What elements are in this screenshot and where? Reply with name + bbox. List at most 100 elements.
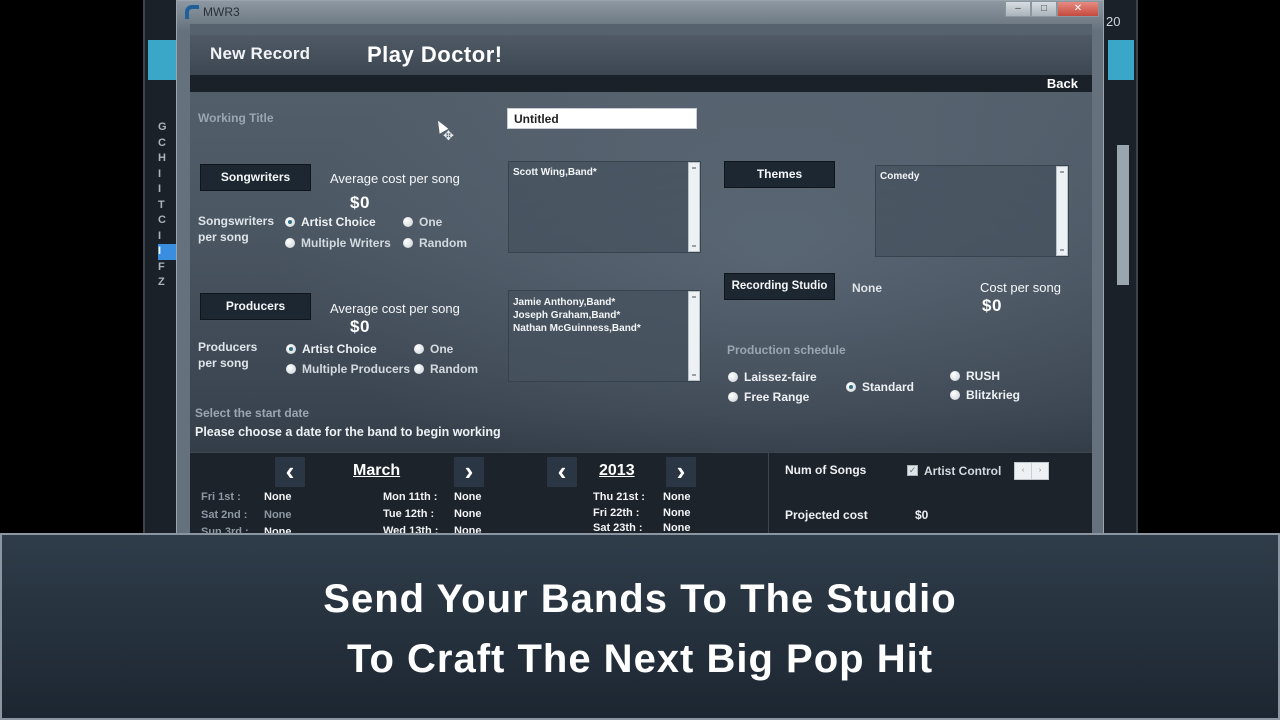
bg-list-item[interactable]: H: [158, 151, 178, 167]
radio-icon: [950, 371, 960, 381]
radio-icon: [286, 364, 296, 374]
artist-control-checkbox[interactable]: ✓: [907, 465, 918, 476]
title-bar[interactable]: MWR3 – □ ✕: [177, 1, 1103, 23]
calendar-panel: ‹ March › ‹ 2013 › Fri 1st : None Sat 2n…: [190, 452, 768, 541]
background-app-number: 20: [1106, 14, 1121, 29]
themes-list[interactable]: Comedy: [875, 165, 1069, 257]
schedule-option-standard[interactable]: Standard: [846, 380, 914, 394]
bg-list-item[interactable]: F: [158, 260, 178, 276]
close-button[interactable]: ✕: [1057, 1, 1099, 17]
calendar-day-value[interactable]: None: [454, 508, 482, 520]
start-date-label: Select the start date: [195, 406, 310, 420]
bg-list-item[interactable]: C: [158, 136, 178, 152]
bg-list-item[interactable]: G: [158, 120, 178, 136]
producers-list-scrollbar[interactable]: [688, 291, 700, 381]
list-item[interactable]: Comedy: [876, 170, 1068, 183]
schedule-option-rush[interactable]: RUSH: [950, 369, 1000, 383]
bg-list-item-selected[interactable]: I: [158, 244, 178, 260]
radio-selected-icon: [285, 217, 295, 227]
themes-button[interactable]: Themes: [724, 161, 835, 188]
calendar-day-value[interactable]: None: [264, 491, 292, 503]
bg-list-item[interactable]: I: [158, 167, 178, 183]
page-title: Play Doctor!: [367, 42, 503, 67]
bg-list-item[interactable]: C: [158, 213, 178, 229]
list-item[interactable]: Nathan McGuinness,Band*: [509, 322, 700, 335]
studio-cost-value: $0: [982, 296, 1002, 315]
schedule-option-laissez-faire[interactable]: Laissez-faire: [728, 370, 817, 384]
calendar-day-label[interactable]: Fri 1st :: [201, 491, 241, 503]
num-songs-stepper[interactable]: ‹ ›: [1014, 462, 1049, 480]
screen: 20 G C H I I T C I I F Z MWR3 – □ ✕ New …: [0, 0, 1280, 720]
songwriters-option-one[interactable]: One: [403, 215, 442, 229]
radio-label: RUSH: [966, 369, 1001, 383]
maximize-button[interactable]: □: [1031, 1, 1057, 17]
radio-label: Multiple Writers: [301, 236, 391, 250]
back-button[interactable]: Back: [1047, 76, 1078, 91]
stepper-increment-icon[interactable]: ›: [1032, 463, 1048, 479]
bg-list-item[interactable]: I: [158, 182, 178, 198]
songwriters-option-random[interactable]: Random: [403, 236, 467, 250]
calendar-day-value[interactable]: None: [663, 507, 691, 519]
month-label[interactable]: March: [353, 462, 400, 480]
calendar-day-value[interactable]: None: [454, 491, 482, 503]
working-title-label: Working Title: [198, 111, 274, 125]
section-title: New Record: [210, 44, 311, 63]
stepper-decrement-icon[interactable]: ‹: [1015, 463, 1032, 479]
calendar-day-label[interactable]: Sat 2nd :: [201, 509, 247, 521]
minimize-button[interactable]: –: [1005, 1, 1031, 17]
songs-panel: Num of Songs ✓ Artist Control ‹ › Projec…: [768, 452, 1092, 541]
next-year-button[interactable]: ›: [666, 457, 696, 487]
bg-list-item[interactable]: Z: [158, 275, 178, 291]
list-item[interactable]: Joseph Graham,Band*: [509, 309, 700, 322]
producers-list[interactable]: Jamie Anthony,Band* Joseph Graham,Band* …: [508, 290, 701, 382]
working-title-input[interactable]: Untitled: [507, 108, 697, 129]
songwriters-list-scrollbar[interactable]: [688, 162, 700, 252]
songwriters-list[interactable]: Scott Wing,Band*: [508, 161, 701, 253]
artist-control-label: Artist Control: [924, 464, 1002, 478]
producers-option-artist-choice[interactable]: Artist Choice: [286, 342, 377, 356]
producers-option-one[interactable]: One: [414, 342, 453, 356]
app-logo-icon: [185, 5, 199, 19]
calendar-day-label[interactable]: Tue 12th :: [383, 508, 434, 520]
radio-label: Free Range: [744, 390, 810, 404]
producers-option-multiple[interactable]: Multiple Producers: [286, 362, 410, 376]
next-month-button[interactable]: ›: [454, 457, 484, 487]
producers-button[interactable]: Producers: [200, 293, 311, 320]
bg-list-item[interactable]: I: [158, 229, 178, 245]
radio-label: Multiple Producers: [302, 362, 411, 376]
songwriters-option-artist-choice[interactable]: Artist Choice: [285, 215, 376, 229]
songwriters-button[interactable]: Songwriters: [200, 164, 311, 191]
window-content: New Record Play Doctor! Back Working Tit…: [190, 24, 1092, 541]
bg-list-item[interactable]: T: [158, 198, 178, 214]
calendar-day-label[interactable]: Thu 21st :: [593, 491, 645, 503]
calendar-day-value[interactable]: None: [264, 509, 292, 521]
recording-studio-button[interactable]: Recording Studio: [724, 273, 835, 300]
schedule-option-free-range[interactable]: Free Range: [728, 390, 809, 404]
background-app-list: G C H I I T C I I F Z: [158, 120, 178, 291]
prev-month-button[interactable]: ‹: [275, 457, 305, 487]
songwriters-per-song-label: Songswriters: [198, 214, 275, 228]
themes-list-scrollbar[interactable]: [1056, 166, 1068, 256]
list-item[interactable]: Jamie Anthony,Band*: [509, 296, 700, 309]
producers-avg-cost-value: $0: [350, 317, 370, 336]
songwriters-avg-cost-label: Average cost per song: [330, 171, 460, 186]
calendar-day-value[interactable]: None: [663, 491, 691, 503]
calendar-day-label[interactable]: Fri 22th :: [593, 507, 639, 519]
producers-option-random[interactable]: Random: [414, 362, 478, 376]
radio-icon: [950, 390, 960, 400]
year-label[interactable]: 2013: [599, 462, 635, 480]
songwriters-option-multiple[interactable]: Multiple Writers: [285, 236, 391, 250]
radio-label: Random: [430, 362, 478, 376]
studio-cost-label: Cost per song: [980, 280, 1061, 295]
start-date-instructions: Please choose a date for the band to beg…: [195, 425, 501, 439]
prev-year-button[interactable]: ‹: [547, 457, 577, 487]
background-app-scrollbar[interactable]: [1117, 145, 1129, 285]
list-item[interactable]: Scott Wing,Band*: [509, 166, 700, 179]
calendar-day-label[interactable]: Mon 11th :: [383, 491, 437, 503]
radio-icon: [728, 392, 738, 402]
caption-banner: Send Your Bands To The Studio To Craft T…: [0, 533, 1280, 720]
radio-icon: [414, 344, 424, 354]
header-bar: [190, 75, 1092, 92]
move-cursor-icon: ✥: [443, 128, 454, 143]
schedule-option-blitzkrieg[interactable]: Blitzkrieg: [950, 388, 1020, 402]
